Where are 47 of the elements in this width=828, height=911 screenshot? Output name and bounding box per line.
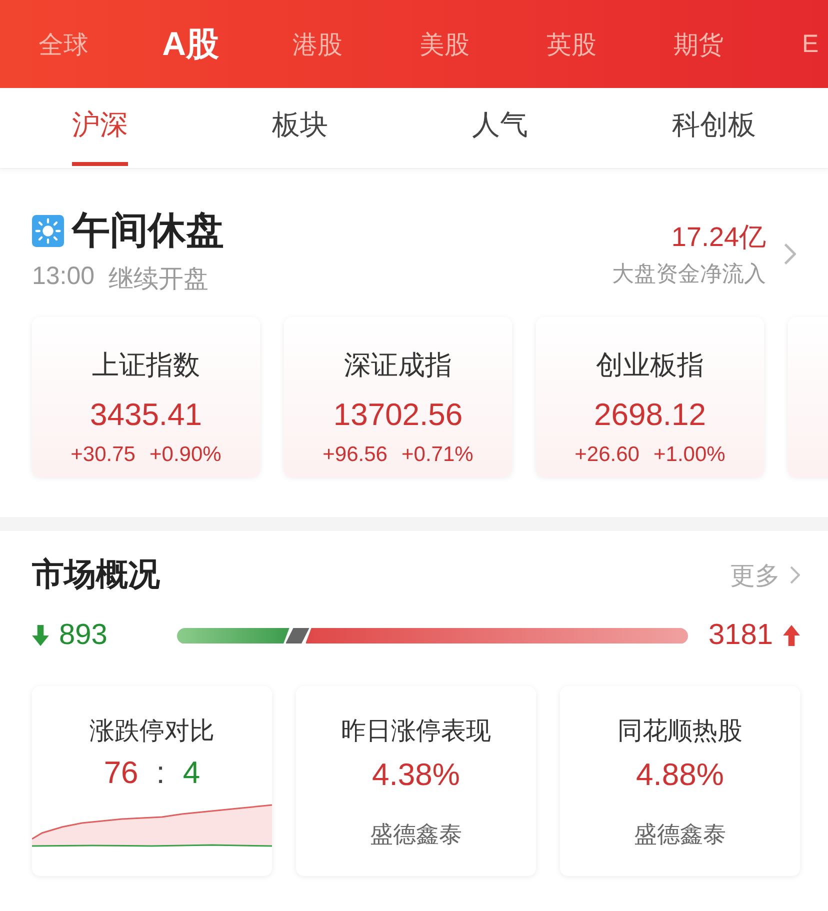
index-percent: +0.90% xyxy=(150,443,222,467)
overview-card[interactable]: 同花顺热股 4.88% 盛德鑫泰 xyxy=(560,686,800,876)
card-title: 昨日涨停表现 xyxy=(341,716,491,747)
section-title: 市场概况 xyxy=(32,555,160,594)
decliners-count: 893 xyxy=(59,619,108,652)
ratio-separator: : xyxy=(156,755,165,791)
index-name: 深证成指 xyxy=(344,349,452,382)
chevron-right-icon[interactable] xyxy=(784,243,796,265)
sub-tab[interactable]: 沪深 xyxy=(72,90,128,166)
index-card[interactable]: 深证成指 13702.56 +96.56 +0.71% xyxy=(284,317,512,477)
index-value: 3435.41 xyxy=(90,397,202,433)
index-percent: +0.71% xyxy=(402,443,474,467)
index-value: 13702.56 xyxy=(333,397,463,433)
net-inflow-value: 17.24亿 xyxy=(671,221,766,254)
stock-name: 盛德鑫泰 xyxy=(370,820,462,849)
index-name: 创业板指 xyxy=(596,349,704,382)
stock-name: 盛德鑫泰 xyxy=(634,820,726,849)
card-value: 4.88% xyxy=(636,757,724,793)
limit-down-count: 4 xyxy=(182,755,200,791)
limit-up-count: 76 xyxy=(104,755,138,791)
index-name: 上证指数 xyxy=(92,349,200,382)
market-tab[interactable]: A股 xyxy=(127,22,254,66)
arrow-down-icon xyxy=(32,625,49,646)
card-title: 涨跌停对比 xyxy=(90,716,214,747)
chevron-right-icon[interactable] xyxy=(790,566,800,584)
advancers-count: 3181 xyxy=(708,619,773,652)
index-change: +30.75 xyxy=(70,443,136,467)
sun-icon xyxy=(32,214,64,246)
index-change: +96.56 xyxy=(322,443,388,467)
resume-time: 13:00 xyxy=(32,262,95,292)
sub-tab[interactable]: 人气 xyxy=(472,90,528,166)
arrow-up-icon xyxy=(783,625,800,646)
session-title: 午间休盘 xyxy=(72,209,224,254)
overview-card[interactable]: 昨日涨停表现 4.38% 盛德鑫泰 xyxy=(296,686,536,876)
sub-tab[interactable]: 板块 xyxy=(272,90,328,166)
index-value: 2698.12 xyxy=(594,397,706,433)
card-title: 同花顺热股 xyxy=(618,716,742,747)
flat-bar xyxy=(286,628,310,644)
card-value: 4.38% xyxy=(372,757,460,793)
index-card[interactable]: 上证指数 3435.41 +30.75 +0.90% xyxy=(32,317,260,477)
index-percent: +1.00% xyxy=(654,443,726,467)
index-change: +26.60 xyxy=(574,443,640,467)
sub-tab[interactable]: 科创板 xyxy=(672,90,756,166)
net-inflow-label: 大盘资金净流入 xyxy=(612,260,766,288)
resume-note: 继续开盘 xyxy=(108,264,209,295)
index-card[interactable]: 创业板指 2698.12 +26.60 +1.00% xyxy=(536,317,764,477)
overview-card[interactable]: 涨跌停对比 76 : 4 xyxy=(32,686,272,876)
